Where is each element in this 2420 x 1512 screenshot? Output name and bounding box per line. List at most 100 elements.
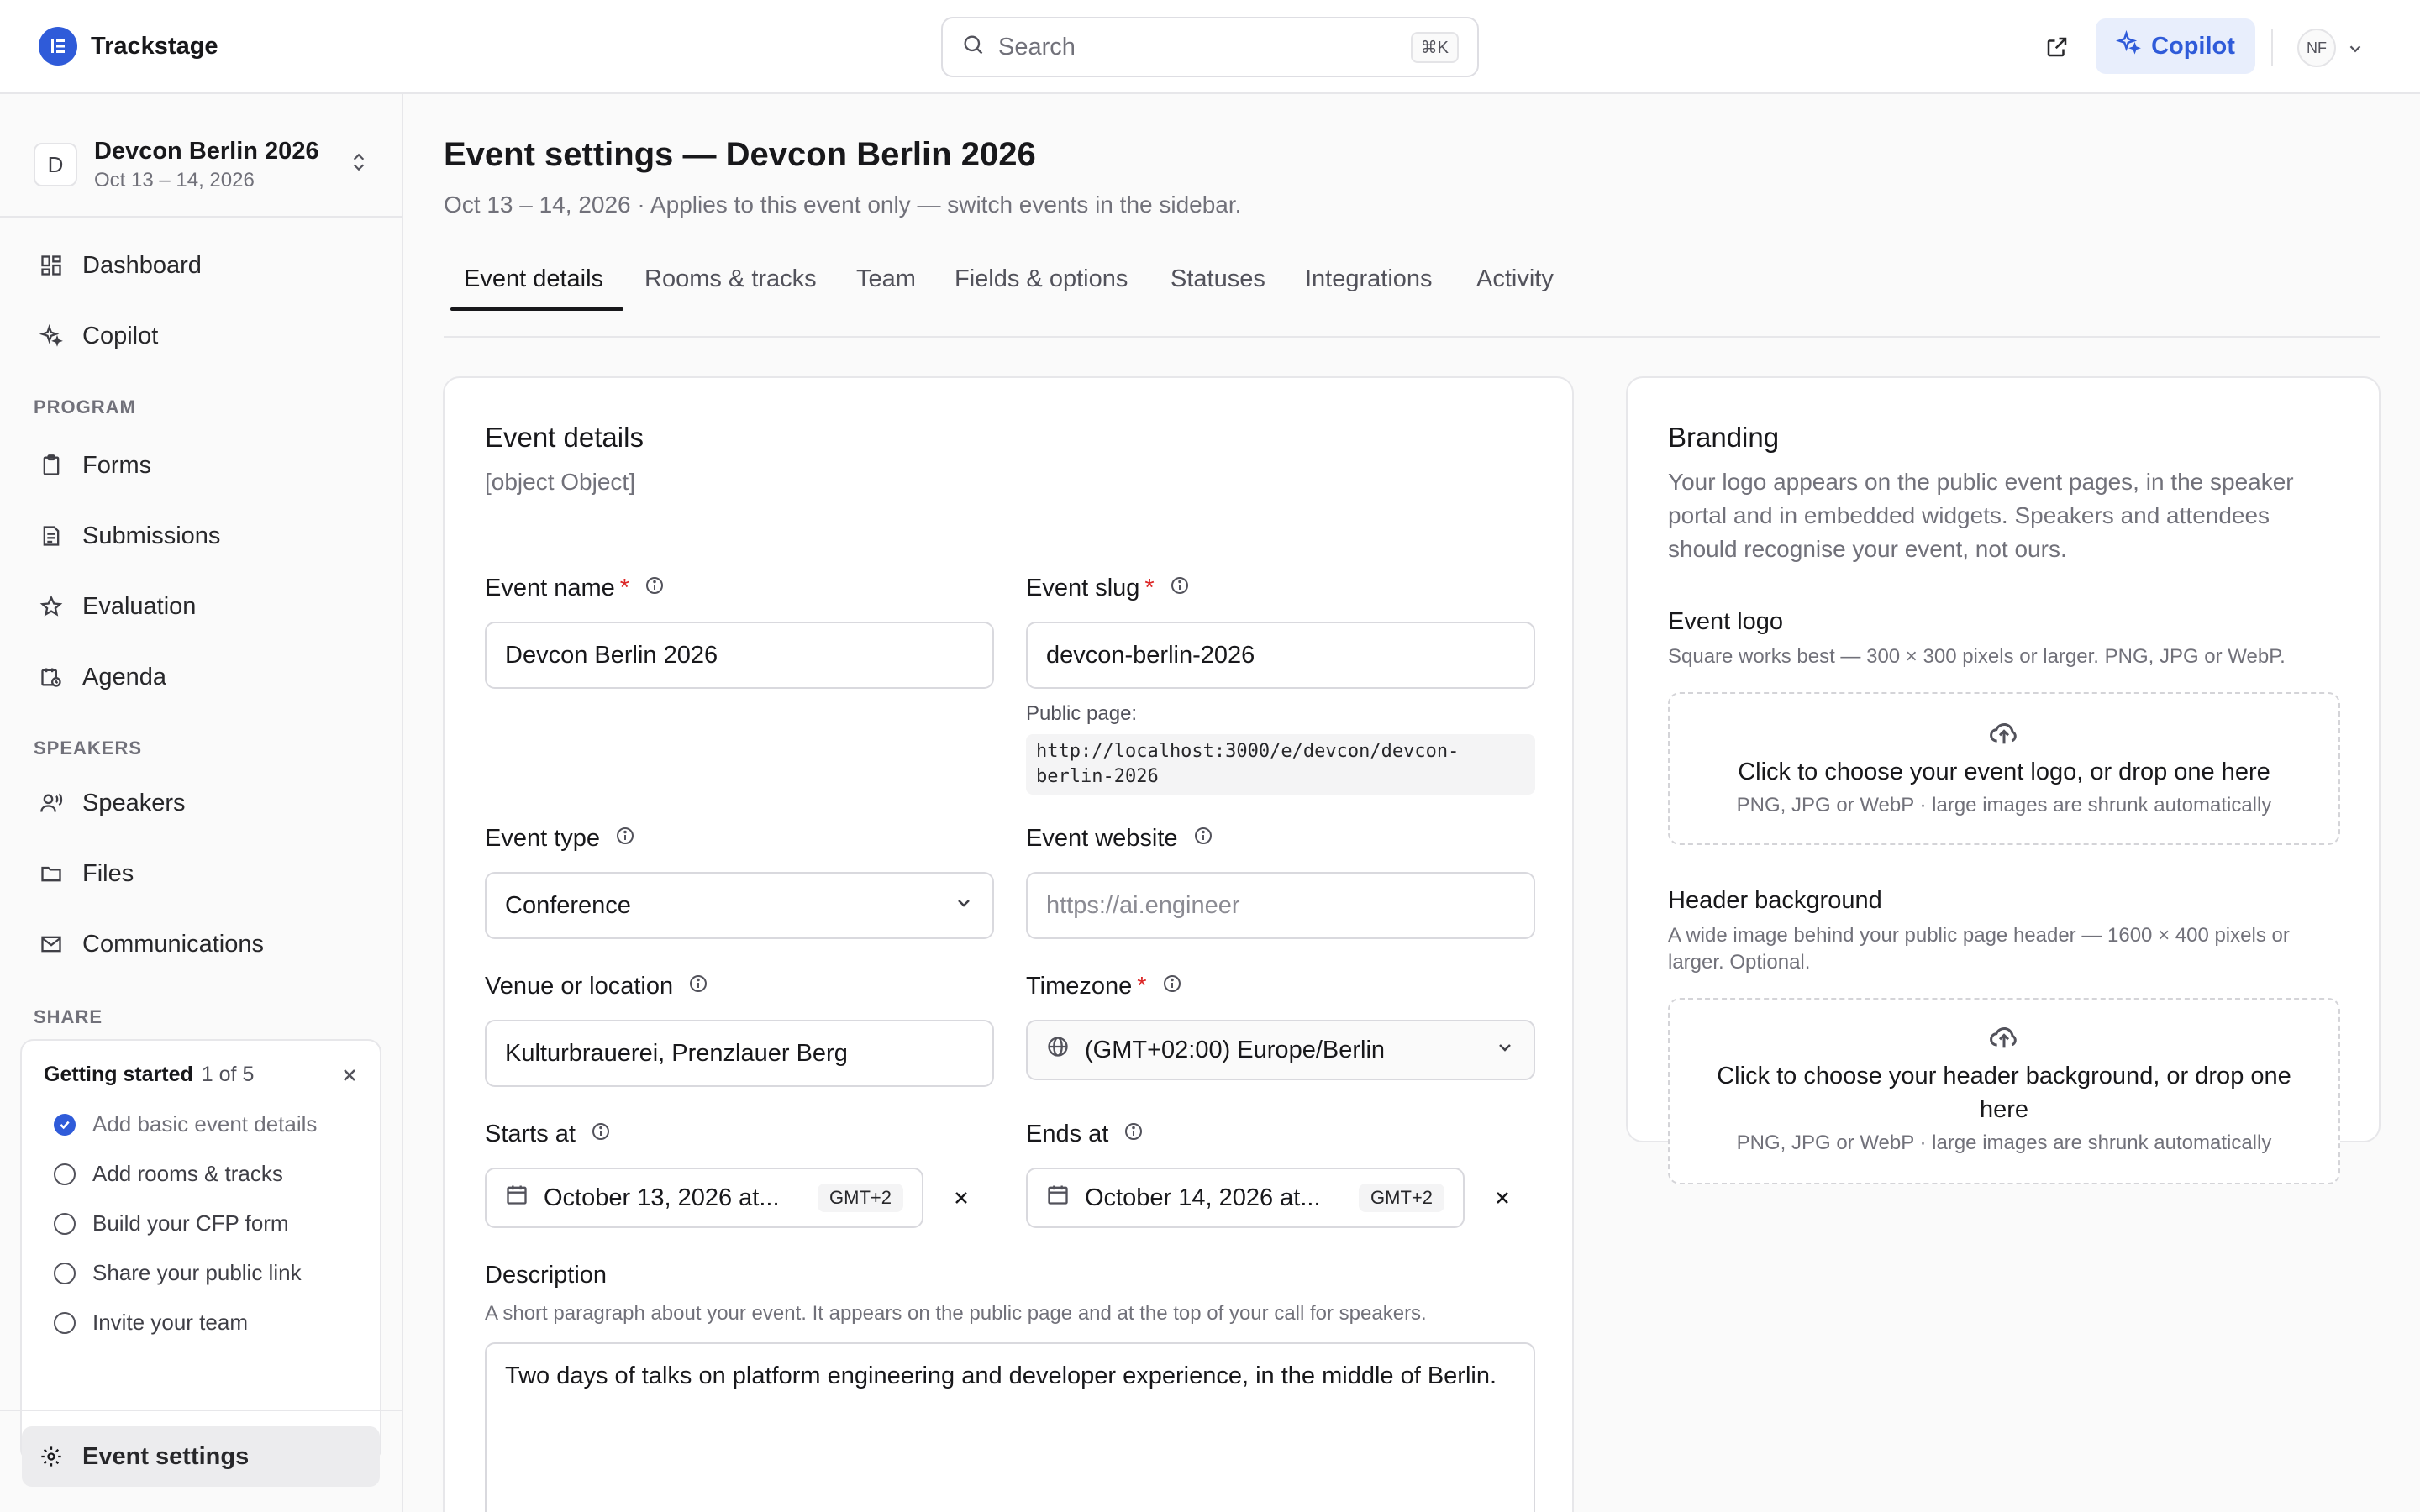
sidebar-item-label: Forms	[82, 451, 152, 479]
public-page-url[interactable]: http://localhost:3000/e/devcon/devcon- b…	[1026, 734, 1535, 795]
sidebar-item-label: Submissions	[82, 522, 221, 549]
venue-input[interactable]: Kulturbrauerei, Prenzlauer Berg	[485, 1020, 994, 1087]
tab-fields-options[interactable]: Fields & options	[955, 265, 1128, 293]
sidebar-item-event-settings[interactable]: Event settings	[22, 1426, 380, 1487]
folder-icon	[39, 861, 64, 886]
public-url-line: http://localhost:3000/e/devcon/devcon-	[1036, 741, 1460, 762]
tab-integrations[interactable]: Integrations	[1305, 265, 1433, 293]
info-icon[interactable]	[688, 973, 708, 1000]
event-logo-help: Square works best — 300 × 300 pixels or …	[1668, 645, 2286, 668]
copilot-label: Copilot	[2151, 32, 2235, 60]
sidebar-divider	[0, 1410, 402, 1411]
section-speakers: SPEAKERS	[34, 738, 143, 759]
sidebar-item-label: Speakers	[82, 789, 186, 816]
sidebar-item-label: Dashboard	[82, 251, 202, 279]
select-value: Conference	[505, 891, 631, 919]
sidebar-item-communications[interactable]: Communications	[22, 914, 380, 974]
tab-bar: Event details Rooms & tracks Team Fields…	[444, 252, 2380, 338]
chevron-down-icon[interactable]	[2346, 37, 2365, 64]
header-background-help: A wide image behind your public page hea…	[1668, 924, 2290, 974]
sidebar-item-agenda[interactable]: Agenda	[22, 647, 380, 707]
timezone-badge: GMT+2	[1359, 1184, 1444, 1212]
sidebar-item-submissions[interactable]: Submissions	[22, 506, 380, 566]
event-slug-label: Event slug *	[1026, 575, 1190, 602]
public-page-label: Public page:	[1026, 702, 1138, 725]
card-title: Branding	[1668, 422, 1780, 453]
sidebar-item-speakers[interactable]: Speakers	[22, 773, 380, 833]
event-switcher[interactable]: D Devcon Berlin 2026 Oct 13 – 14, 2026	[34, 128, 370, 202]
sidebar-item-dashboard[interactable]: Dashboard	[22, 235, 380, 296]
star-icon	[39, 594, 64, 619]
field-label: Event slug	[1026, 575, 1140, 601]
event-name-label: Event name *	[485, 575, 665, 602]
getting-started-progress: 1 of 5	[201, 1063, 255, 1086]
tab-team[interactable]: Team	[856, 265, 916, 293]
venue-label: Venue or location	[485, 973, 708, 1000]
date-value: October 13, 2026 at...	[544, 1184, 780, 1211]
info-icon[interactable]	[591, 1121, 611, 1148]
avatar[interactable]: NF	[2297, 29, 2336, 67]
info-icon[interactable]	[615, 825, 635, 853]
search-placeholder: Search	[998, 33, 1076, 60]
check-circle-icon	[54, 1113, 76, 1136]
brand[interactable]: Trackstage	[39, 27, 218, 66]
circle-icon	[54, 1163, 76, 1185]
sidebar-item-copilot[interactable]: Copilot	[22, 306, 380, 366]
sidebar-item-evaluation[interactable]: Evaluation	[22, 576, 380, 637]
dropzone-main-text: Click to choose your event logo, or drop…	[1738, 759, 2270, 785]
timezone-badge: GMT+2	[818, 1184, 903, 1212]
ends-at-picker[interactable]: October 14, 2026 at... GMT+2	[1026, 1168, 1465, 1228]
info-icon[interactable]	[1193, 825, 1213, 853]
clipboard-icon	[39, 453, 64, 478]
field-label: Event website	[1026, 825, 1178, 852]
required-marker: *	[1137, 973, 1147, 1000]
field-label: Starts at	[485, 1121, 576, 1147]
sidebar-item-label: Event settings	[82, 1442, 250, 1470]
event-switcher-dates: Oct 13 – 14, 2026	[94, 168, 255, 192]
tab-event-details[interactable]: Event details	[464, 265, 603, 293]
info-icon[interactable]	[1170, 575, 1190, 602]
dashboard-icon	[39, 253, 64, 278]
external-link-icon[interactable]	[2039, 29, 2075, 66]
tab-activity[interactable]: Activity	[1476, 265, 1554, 293]
description-label: Description	[485, 1262, 607, 1289]
sparkles-icon	[2115, 29, 2141, 62]
event-slug-input[interactable]: devcon-berlin-2026	[1026, 622, 1535, 689]
checklist-item[interactable]: Add basic event details	[54, 1111, 317, 1137]
calendar-icon	[505, 1183, 529, 1213]
timezone-label: Timezone *	[1026, 973, 1182, 1000]
info-icon[interactable]	[1162, 973, 1182, 1000]
sidebar-item-forms[interactable]: Forms	[22, 435, 380, 496]
timezone-select[interactable]: (GMT+02:00) Europe/Berlin	[1026, 1020, 1535, 1080]
chevron-down-icon	[954, 892, 974, 920]
sidebar-divider	[0, 216, 402, 218]
description-textarea[interactable]: Two days of talks on platform engineerin…	[485, 1342, 1535, 1512]
copilot-button[interactable]: Copilot	[2096, 18, 2255, 74]
tab-rooms-tracks[interactable]: Rooms & tracks	[644, 265, 817, 293]
event-website-input[interactable]: https://ai.engineer	[1026, 872, 1535, 939]
event-logo-dropzone[interactable]: Click to choose your event logo, or drop…	[1668, 692, 2340, 845]
header-background-dropzone[interactable]: Click to choose your header background, …	[1668, 998, 2340, 1184]
info-icon[interactable]	[644, 575, 665, 602]
event-type-select[interactable]: Conference	[485, 872, 994, 939]
tab-statuses[interactable]: Statuses	[1171, 265, 1265, 293]
page-subtitle: Oct 13 – 14, 2026 · Applies to this even…	[444, 192, 1242, 218]
checklist-item[interactable]: Build your CFP form	[54, 1210, 289, 1236]
active-tab-indicator	[450, 307, 623, 311]
starts-at-picker[interactable]: October 13, 2026 at... GMT+2	[485, 1168, 923, 1228]
event-name-input[interactable]: Devcon Berlin 2026	[485, 622, 994, 689]
info-icon[interactable]	[1123, 1121, 1144, 1148]
sidebar-item-label: Evaluation	[82, 592, 197, 620]
checklist-item[interactable]: Add rooms & tracks	[54, 1161, 283, 1187]
clear-end-icon[interactable]	[1490, 1185, 1515, 1210]
search-input[interactable]: Search ⌘K	[941, 17, 1479, 77]
close-icon[interactable]	[339, 1064, 361, 1086]
required-marker: *	[1144, 575, 1155, 601]
event-type-label: Event type	[485, 825, 635, 853]
checklist-item[interactable]: Share your public link	[54, 1260, 302, 1286]
checklist-item[interactable]: Invite your team	[54, 1310, 248, 1336]
card-description: Your logo appears on the public event pa…	[1668, 469, 2294, 562]
clear-start-icon[interactable]	[949, 1185, 974, 1210]
sidebar-item-label: Files	[82, 859, 134, 887]
sidebar-item-files[interactable]: Files	[22, 843, 380, 904]
